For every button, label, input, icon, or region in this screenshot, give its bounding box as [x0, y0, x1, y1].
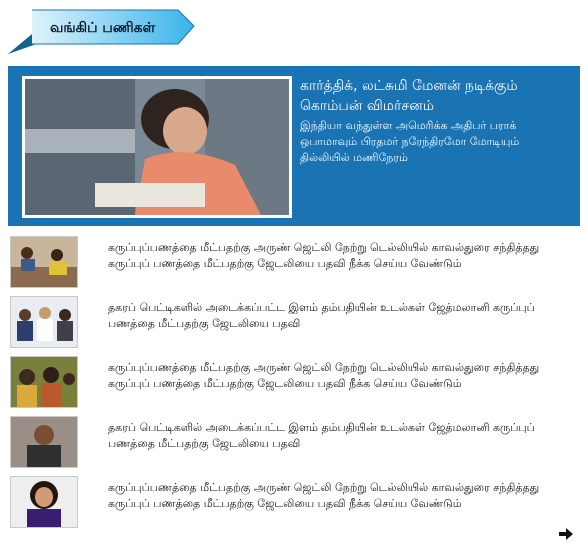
list-item-text[interactable]: தகரப் பெட்டிகளில் அடைக்கப்பட்ட இளம் தம்ப…: [108, 420, 578, 452]
section-ribbon: வங்கிப் பணிகள்: [8, 6, 196, 56]
list-thumbnail[interactable]: [10, 356, 78, 408]
list-item[interactable]: தகரப் பெட்டிகளில் அடைக்கப்பட்ட இளம் தம்ப…: [8, 414, 580, 468]
list-item-text[interactable]: கருப்புப்பணத்தை மீட்பதற்கு அருண் ஜெட்லி …: [108, 240, 578, 272]
featured-story[interactable]: கார்த்திக், லட்சுமி மேனன் நடிக்கும் கொம்…: [8, 66, 580, 226]
featured-summary: இந்தியா வந்துள்ள அமெரிக்க அதிபர் பராக் ஒ…: [300, 119, 520, 164]
list-item[interactable]: தகரப் பெட்டிகளில் அடைக்கப்பட்ட இளம் தம்ப…: [8, 294, 580, 348]
list-thumbnail[interactable]: [10, 476, 78, 528]
list-item[interactable]: கருப்புப்பணத்தை மீட்பதற்கு அருண் ஜெட்லி …: [8, 354, 580, 408]
list-item[interactable]: கருப்புப்பணத்தை மீட்பதற்கு அருண் ஜெட்லி …: [8, 234, 580, 288]
list-thumbnail[interactable]: [10, 236, 78, 288]
list-item-text[interactable]: கருப்புப்பணத்தை மீட்பதற்கு அருண் ஜெட்லி …: [108, 480, 578, 512]
list-item[interactable]: கருப்புப்பணத்தை மீட்பதற்கு அருண் ஜெட்லி …: [8, 474, 580, 528]
featured-photo[interactable]: [22, 76, 292, 218]
list-thumbnail[interactable]: [10, 416, 78, 468]
list-item-text[interactable]: கருப்புப்பணத்தை மீட்பதற்கு அருண் ஜெட்லி …: [108, 360, 578, 392]
arrow-right-icon[interactable]: [558, 526, 578, 540]
list-thumbnail[interactable]: [10, 296, 78, 348]
list-item-text[interactable]: தகரப் பெட்டிகளில் அடைக்கப்பட்ட இளம் தம்ப…: [108, 300, 578, 332]
section-title: வங்கிப் பணிகள்: [50, 20, 156, 36]
featured-headline[interactable]: கார்த்திக், லட்சுமி மேனன் நடிக்கும் கொம்…: [300, 76, 572, 116]
